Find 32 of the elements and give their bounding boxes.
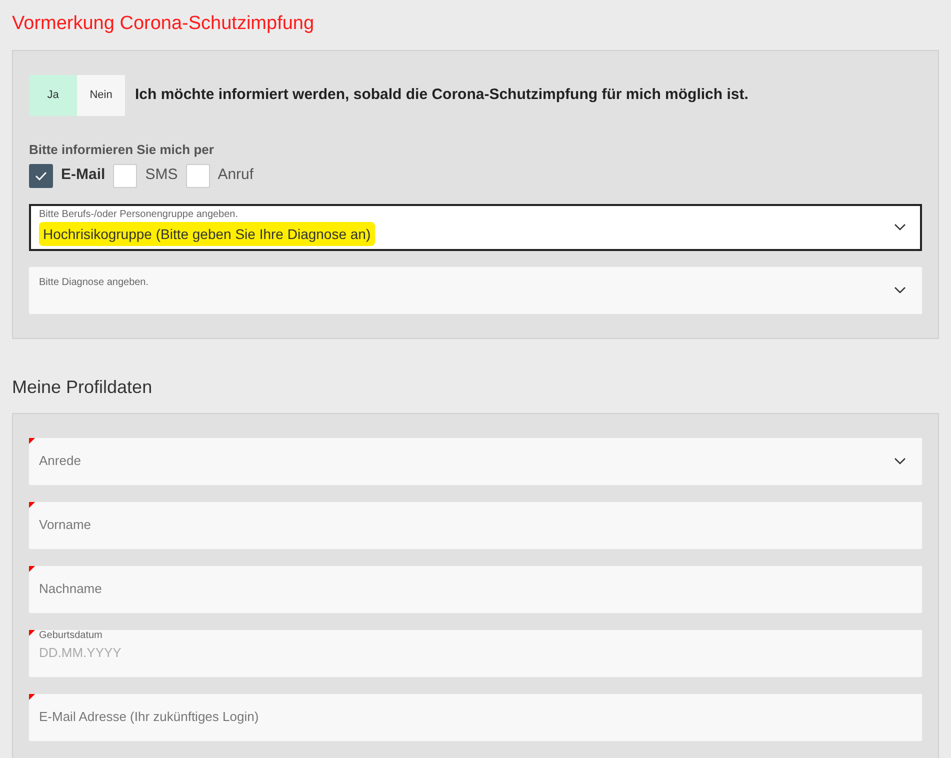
- field-label: Bitte Diagnose angeben.: [39, 277, 149, 289]
- checkbox-label: SMS: [145, 165, 178, 186]
- checkbox[interactable]: [113, 164, 138, 188]
- dropdown-field[interactable]: Bitte Diagnose angeben.: [29, 266, 922, 314]
- placeholder-text: DD.MM.YYYY: [39, 644, 122, 662]
- checkbox[interactable]: [29, 164, 53, 188]
- checkbox[interactable]: [186, 164, 210, 188]
- chevron-down-icon: [894, 223, 906, 231]
- chevron-down-icon: [894, 286, 906, 294]
- chevron-down-icon: [894, 457, 906, 465]
- input-field[interactable]: E-Mail Adresse (Ihr zukünftiges Login): [29, 694, 922, 740]
- question-text: Ich möchte informiert werden, sobald die Corona-Schutzimpfung für mich möglich ist.: [135, 85, 748, 106]
- section-label: Bitte informieren Sie mich per: [29, 141, 215, 159]
- checkbox-label: Anruf: [218, 165, 254, 186]
- dropdown-field[interactable]: Bitte Berufs-/oder Personengruppe angeben. Hochrisikogruppe (Bitte geben Sie Ihre Diagnose an): [29, 204, 922, 250]
- placeholder-text: E-Mail Adresse (Ihr zukünftiges Login): [39, 708, 260, 726]
- page-title: Vormerkung Corona-Schutzimpfung: [12, 12, 316, 36]
- section-heading: Meine Profildaten: [12, 376, 154, 398]
- dropdown-field[interactable]: Anrede: [29, 438, 922, 484]
- toggle-option[interactable]: Ja: [29, 75, 77, 116]
- check-icon: [35, 170, 47, 180]
- highlighted-value: Hochrisikogruppe (Bitte geben Sie Ihre Diagnose an): [39, 222, 375, 246]
- placeholder-text: Anrede: [39, 452, 82, 470]
- date-field[interactable]: Geburtsdatum DD.MM.YYYY: [29, 630, 922, 676]
- field-label: Bitte Berufs-/oder Personengruppe angeben.: [39, 208, 240, 220]
- placeholder-text: Nachname: [39, 580, 103, 598]
- field-label: Geburtsdatum: [39, 630, 102, 642]
- input-field[interactable]: Nachname: [29, 566, 922, 612]
- toggle-option[interactable]: Nein: [77, 75, 125, 116]
- checkbox-label: E-Mail: [61, 165, 106, 186]
- input-field[interactable]: Vorname: [29, 502, 922, 548]
- placeholder-text: Vorname: [39, 516, 92, 534]
